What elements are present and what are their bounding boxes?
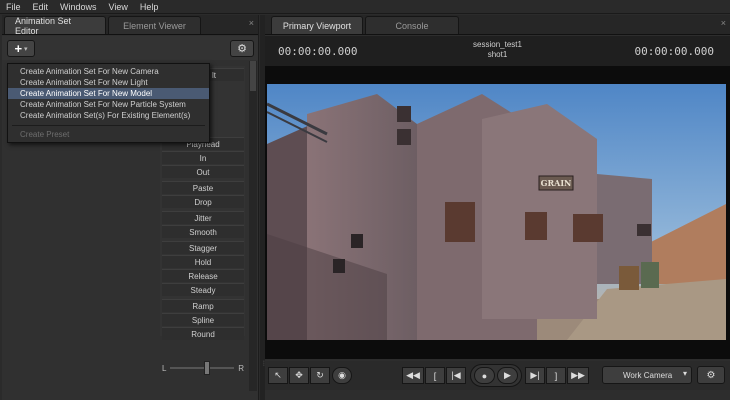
rotate-tool-button[interactable]: ↻	[310, 367, 330, 384]
paste-button[interactable]: Paste	[162, 181, 244, 194]
grain-sign: GRAIN	[541, 178, 572, 188]
fast-forward-icon: ▶▶	[571, 370, 585, 380]
round-button[interactable]: Round	[162, 327, 244, 340]
scroll-thumb[interactable]	[250, 61, 256, 91]
tab-console[interactable]: Console	[365, 16, 459, 34]
rotate-icon: ↻	[316, 370, 324, 380]
timecode-bar: 00:00:00.000 session_test1 shot1 00:00:0…	[265, 36, 730, 66]
rewind-icon: ◀◀	[406, 370, 420, 380]
camera-label: Work Camera	[623, 370, 673, 380]
menu-separator	[12, 125, 205, 126]
slider-right-label: R	[238, 363, 244, 373]
menu-help[interactable]: Help	[134, 2, 165, 12]
menu-item-new-model[interactable]: Create Animation Set For New Model	[8, 88, 209, 99]
menu-view[interactable]: View	[103, 2, 134, 12]
tab-primary-viewport[interactable]: Primary Viewport	[271, 16, 363, 34]
left-tab-bar: Animation Set Editor Element Viewer ×	[2, 15, 258, 36]
stop-icon: ●	[481, 370, 488, 381]
out-button[interactable]: Out	[162, 165, 244, 178]
menu-item-create-preset: Create Preset	[20, 130, 70, 139]
slider-handle[interactable]	[204, 361, 211, 375]
menu-item-new-particle-system[interactable]: Create Animation Set For New Particle Sy…	[8, 99, 209, 110]
ramp-button[interactable]: Ramp	[162, 299, 244, 312]
steady-button[interactable]: Steady	[162, 283, 244, 296]
drop-button[interactable]: Drop	[162, 195, 244, 208]
left-toolbar: + ▾ ⚙	[2, 36, 258, 60]
next-key-button[interactable]: ]	[546, 367, 566, 384]
select-tool-button[interactable]: ↖	[268, 367, 288, 384]
slider-track[interactable]	[170, 361, 235, 375]
viewport-toolbar: ↖ ✥ ↻ ◉ ◀◀ [ |◀ ● ▶ ▶| ] ▶▶ Work Camera …	[265, 361, 730, 390]
chevron-down-icon: ▾	[682, 369, 687, 378]
plus-icon: +	[14, 41, 23, 56]
gear-icon: ⚙	[237, 43, 247, 55]
chevron-down-icon: ▾	[24, 45, 28, 53]
prev-key-button[interactable]: [	[425, 367, 445, 384]
right-tab-bar: Primary Viewport Console ×	[265, 15, 730, 35]
timecode-end: 00:00:00.000	[634, 45, 714, 58]
menu-bar: File Edit Windows View Help	[0, 0, 730, 14]
target-icon: ◉	[338, 370, 346, 380]
cursor-icon: ↖	[274, 370, 282, 380]
balance-slider[interactable]: L R	[162, 360, 244, 376]
step-back-button[interactable]: |◀	[446, 367, 466, 384]
prev-key-icon: [	[433, 370, 437, 381]
viewport-frame[interactable]: GRAIN	[265, 66, 730, 359]
menu-edit[interactable]: Edit	[27, 2, 55, 12]
gear-icon: ⚙	[706, 369, 716, 381]
settings-button[interactable]: ⚙	[230, 40, 254, 57]
move-tool-button[interactable]: ✥	[289, 367, 309, 384]
menu-file[interactable]: File	[0, 2, 27, 12]
play-button[interactable]: ▶	[497, 367, 518, 384]
play-controls: ● ▶	[470, 364, 522, 387]
viewport-render[interactable]: GRAIN	[267, 84, 726, 340]
viewport-settings-button[interactable]: ⚙	[697, 366, 725, 384]
in-button[interactable]: In	[162, 151, 244, 164]
hold-button[interactable]: Hold	[162, 255, 244, 268]
fast-forward-button[interactable]: ▶▶	[567, 367, 589, 384]
menu-item-new-camera[interactable]: Create Animation Set For New Camera	[8, 66, 209, 77]
menu-windows[interactable]: Windows	[54, 2, 103, 12]
orbit-tool-button[interactable]: ◉	[332, 367, 352, 384]
add-animation-set-menu: Create Animation Set For New Camera Crea…	[7, 63, 210, 143]
step-forward-button[interactable]: ▶|	[525, 367, 545, 384]
move-icon: ✥	[295, 370, 303, 380]
scene-image: GRAIN	[267, 84, 726, 340]
viewport-panel: Primary Viewport Console × 00:00:00.000 …	[265, 15, 730, 400]
add-animation-set-button[interactable]: + ▾	[7, 40, 35, 57]
play-icon: ▶	[504, 370, 511, 380]
rewind-button[interactable]: ◀◀	[402, 367, 424, 384]
step-forward-icon: ▶|	[530, 370, 540, 380]
menu-item-new-light[interactable]: Create Animation Set For New Light	[8, 77, 209, 88]
camera-select[interactable]: Work Camera ▾	[602, 366, 692, 384]
jitter-button[interactable]: Jitter	[162, 211, 244, 224]
menu-item-existing-elements[interactable]: Create Animation Set(s) For Existing Ele…	[8, 110, 209, 121]
left-scrollbar[interactable]	[249, 61, 257, 391]
close-icon[interactable]: ×	[721, 18, 726, 28]
spline-button[interactable]: Spline	[162, 313, 244, 326]
next-key-icon: ]	[554, 370, 558, 381]
smooth-button[interactable]: Smooth	[162, 225, 244, 238]
close-icon[interactable]: ×	[249, 18, 254, 28]
tab-element-viewer[interactable]: Element Viewer	[108, 16, 201, 34]
stagger-button[interactable]: Stagger	[162, 241, 244, 254]
release-button[interactable]: Release	[162, 269, 244, 282]
stop-button[interactable]: ●	[474, 367, 495, 384]
tab-animation-set-editor[interactable]: Animation Set Editor	[4, 16, 106, 36]
slider-left-label: L	[162, 363, 167, 373]
step-back-icon: |◀	[451, 370, 461, 380]
